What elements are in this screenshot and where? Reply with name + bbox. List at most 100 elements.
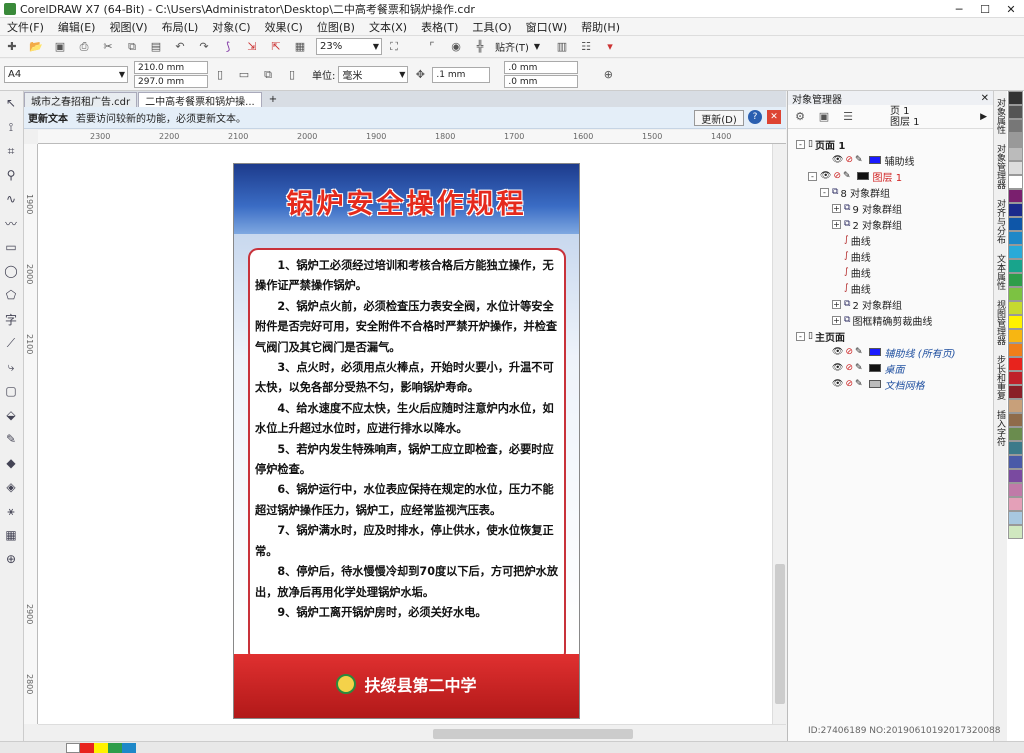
docker-tab[interactable]: 文本属性 [994,251,1007,293]
application-launcher-icon[interactable]: ▾ [600,38,620,56]
docker-tab[interactable]: 对象属性 [994,95,1007,137]
docker-tab[interactable]: 视图管理器 [994,297,1007,348]
horizontal-scrollbar[interactable] [38,724,786,742]
close-infobar-icon[interactable]: ✕ [767,110,781,124]
expand-toggle-icon[interactable]: - [820,187,829,197]
page-height-input[interactable]: 297.0 mm [134,75,208,88]
welcome-screen-icon[interactable]: ▥ [552,38,572,56]
palette-swatch[interactable] [1008,427,1023,441]
object-tree-node[interactable]: 👁 ⊘ ✎ 辅助线 (所有页) [796,344,991,360]
menu-item-10[interactable]: 窗口(W) [519,19,574,35]
palette-swatch[interactable] [1008,469,1023,483]
palette-swatch[interactable] [1008,301,1023,315]
palette-swatch[interactable] [1008,343,1023,357]
new-document-icon[interactable]: ✚ [2,38,22,56]
outline-pen-icon[interactable]: ⚹ [0,499,22,523]
import-icon[interactable]: ⇲ [242,38,262,56]
freehand-tool-icon[interactable]: ∿ [0,187,22,211]
color-eyedropper-icon[interactable]: ✎ [0,427,22,451]
drop-shadow-icon[interactable]: ▢ [0,379,22,403]
layer-color-swatch[interactable] [868,156,881,164]
visibility-icon[interactable]: 👁 [832,347,843,357]
polygon-tool-icon[interactable]: ⬠ [0,283,22,307]
menu-item-6[interactable]: 位图(B) [310,19,362,35]
palette-swatch[interactable] [1008,357,1023,371]
docker-close-icon[interactable]: ✕ [981,93,989,104]
palette-swatch[interactable] [1008,399,1023,413]
expand-toggle-icon[interactable]: + [832,299,841,309]
tab-document-1[interactable]: 城市之春招租广告.cdr [24,92,138,108]
menu-item-1[interactable]: 编辑(E) [51,19,103,35]
lock-edit-icon[interactable]: ✎ [855,379,863,389]
menu-item-5[interactable]: 效果(C) [258,19,310,35]
maximize-button[interactable]: ☐ [972,0,998,18]
palette-swatch[interactable] [1008,259,1023,273]
palette-swatch[interactable] [1008,273,1023,287]
layer-color-swatch[interactable] [868,380,881,388]
menu-item-8[interactable]: 表格(T) [414,19,465,35]
palette-swatch[interactable] [1008,455,1023,469]
object-tree-node[interactable]: - 👁 ⊘ ✎ 图层 1 [796,168,991,184]
shape-tool-icon[interactable]: ⟟ [0,115,22,139]
units-select[interactable]: 毫米 ▼ [338,66,409,83]
ellipse-tool-icon[interactable]: ◯ [0,259,22,283]
object-tree-node[interactable]: ∫ 曲线 [796,248,991,264]
object-tree-node[interactable]: ∫ 曲线 [796,232,991,248]
print-toggle-icon[interactable]: ⊘ [845,347,853,357]
docker-tab[interactable]: 对象管理器 [994,141,1007,192]
expand-toggle-icon[interactable]: + [832,203,841,213]
full-screen-icon[interactable]: ⛶ [384,38,404,56]
object-tree-node[interactable]: 👁 ⊘ ✎ 桌面 [796,360,991,376]
palette-swatch[interactable] [1008,231,1023,245]
layer-color-swatch[interactable] [868,364,881,372]
save-icon[interactable]: ▣ [50,38,70,56]
show-grid-icon[interactable]: ◉ [446,38,466,56]
print-toggle-icon[interactable]: ⊘ [845,363,853,373]
copy-icon[interactable]: ⧉ [122,38,142,56]
palette-swatch[interactable] [1008,287,1023,301]
zoom-tool-icon[interactable]: ⚲ [0,163,22,187]
duplicate-y-input[interactable]: .0 mm [504,75,579,88]
publish-pdf-icon[interactable]: ▦ [290,38,310,56]
palette-swatch[interactable] [1008,161,1023,175]
lock-edit-icon[interactable]: ✎ [855,363,863,373]
object-tree-node[interactable]: - ▯ 主页面 [796,328,991,344]
zoom-level-select[interactable]: 23% ▼ [316,38,382,55]
expand-toggle-icon[interactable]: - [796,139,805,149]
visibility-icon[interactable]: 👁 [832,155,843,165]
object-tree-node[interactable]: - ⧉ 8 对象群组 [796,184,991,200]
palette-swatch[interactable] [1008,525,1023,539]
palette-swatch[interactable] [1008,147,1023,161]
duplicate-x-input[interactable]: .0 mm [504,61,579,74]
nudge-distance-input[interactable]: .1 mm [432,66,491,83]
palette-swatch[interactable] [1008,189,1023,203]
vertical-scroll-thumb[interactable] [775,564,785,704]
fill-red-swatch[interactable] [80,742,94,753]
menu-item-11[interactable]: 帮助(H) [574,19,627,35]
expand-toggle-icon[interactable]: - [808,171,817,181]
snap-to-dropdown[interactable]: 贴齐(T) ▼ [492,38,542,55]
object-manager-menu-icon[interactable]: ▶ [980,112,987,122]
visibility-icon[interactable]: 👁 [832,379,843,389]
tab-document-2[interactable]: 二中高考餐票和锅炉操... [138,92,262,108]
layer-color-swatch[interactable] [868,348,881,356]
docker-tab[interactable]: 步长和重复 [994,352,1007,403]
palette-swatch[interactable] [1008,511,1023,525]
visibility-icon[interactable]: 👁 [820,171,831,181]
show-guidelines-icon[interactable]: ╬ [470,38,490,56]
crop-tool-icon[interactable]: ⌗ [0,139,22,163]
add-preset-icon[interactable]: ⊕ [598,66,618,84]
export-icon[interactable]: ⇱ [266,38,286,56]
menu-item-0[interactable]: 文件(F) [0,19,51,35]
show-properties-icon[interactable]: ⚙ [790,108,810,126]
search-content-icon[interactable]: ⟆ [218,38,238,56]
palette-swatch[interactable] [1008,245,1023,259]
palette-swatch[interactable] [1008,315,1023,329]
menu-item-9[interactable]: 工具(O) [465,19,518,35]
page-size-select[interactable]: A4 ▼ [4,66,128,83]
vertical-scrollbar[interactable] [772,144,786,724]
artistic-media-icon[interactable]: 〰 [0,211,22,235]
lock-edit-icon[interactable]: ✎ [855,347,863,357]
object-tree-node[interactable]: + ⧉ 图框精确剪裁曲线 [796,312,991,328]
lock-edit-icon[interactable]: ✎ [843,171,851,181]
